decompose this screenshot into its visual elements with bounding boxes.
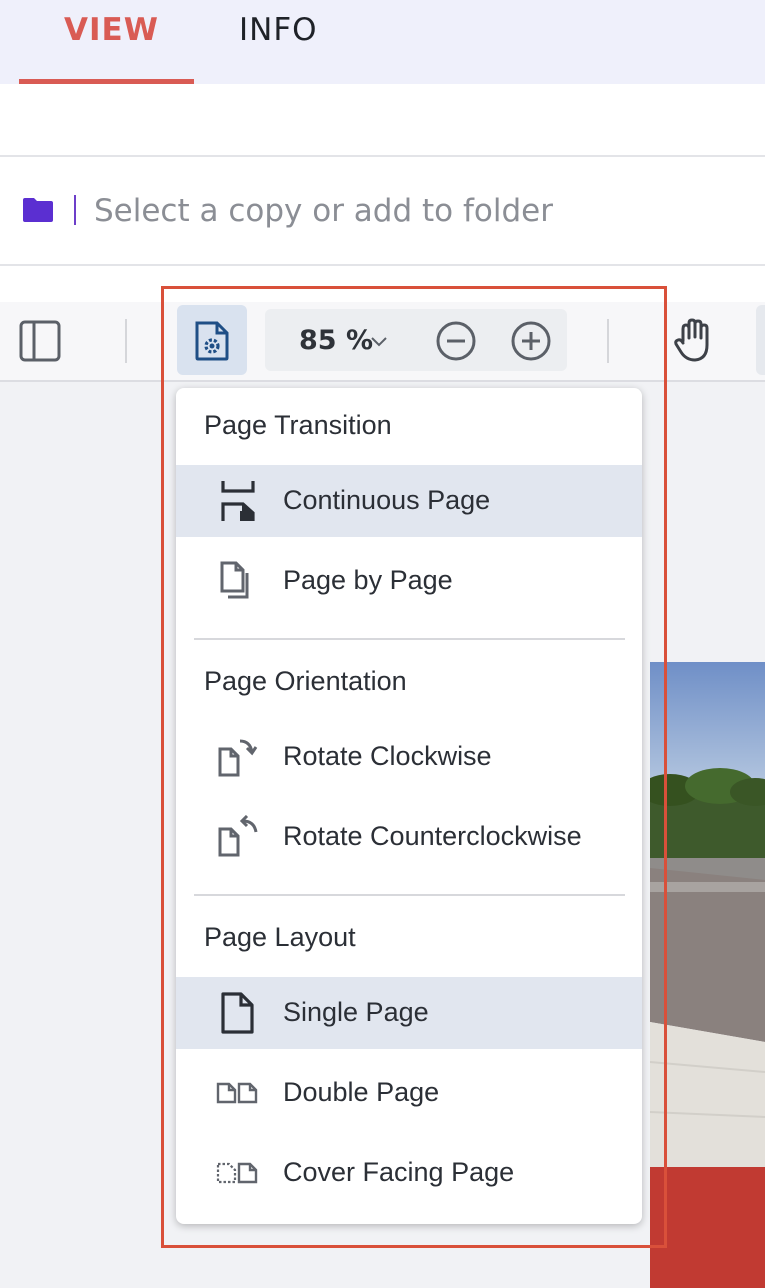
zoom-out-icon[interactable] xyxy=(435,320,477,367)
page-settings-button[interactable] xyxy=(177,305,247,375)
menu-item-page-by-page[interactable]: Page by Page xyxy=(176,545,642,617)
zoom-control: 85 % xyxy=(265,309,567,371)
menu-item-label: Cover Facing Page xyxy=(283,1157,515,1187)
section-title-page-transition: Page Transition xyxy=(204,410,392,440)
folder-selector[interactable]: Select a copy or add to folder xyxy=(0,157,765,264)
chevron-down-icon[interactable] xyxy=(371,335,387,353)
menu-item-label: Rotate Counterclockwise xyxy=(283,821,582,851)
continuous-page-icon xyxy=(216,479,260,528)
double-page-icon xyxy=(216,1071,260,1120)
sidebar-toggle-icon[interactable] xyxy=(19,320,61,367)
menu-item-label: Continuous Page xyxy=(283,485,491,515)
rotate-counterclockwise-icon xyxy=(216,814,260,864)
menu-item-label: Single Page xyxy=(283,997,429,1027)
menu-item-cover-facing-page[interactable]: Cover Facing Page xyxy=(176,1137,642,1209)
menu-item-continuous-page[interactable]: Continuous Page xyxy=(176,465,642,537)
menu-item-label: Page by Page xyxy=(283,565,453,595)
folder-icon xyxy=(22,197,54,228)
zoom-in-icon[interactable] xyxy=(510,320,552,367)
page-settings-icon xyxy=(194,321,230,366)
folder-input-placeholder[interactable]: Select a copy or add to folder xyxy=(94,193,553,229)
zoom-level[interactable]: 85 % xyxy=(299,325,373,356)
section-title-page-orientation: Page Orientation xyxy=(204,666,407,696)
page-by-page-icon xyxy=(216,559,260,608)
menu-item-double-page[interactable]: Double Page xyxy=(176,1057,642,1129)
section-title-page-layout: Page Layout xyxy=(204,922,356,952)
menu-divider xyxy=(194,638,625,640)
blank-row xyxy=(0,84,765,155)
blank-row xyxy=(0,266,765,302)
pan-hand-icon[interactable] xyxy=(673,317,717,368)
cover-facing-page-icon xyxy=(216,1151,260,1200)
toolbar-divider xyxy=(607,319,609,363)
toolbar-divider xyxy=(125,319,127,363)
tab-info[interactable]: INFO xyxy=(239,10,318,50)
menu-item-label: Double Page xyxy=(283,1077,440,1107)
menu-item-label: Rotate Clockwise xyxy=(283,741,492,771)
menu-item-single-page[interactable]: Single Page xyxy=(176,977,642,1049)
rotate-clockwise-icon xyxy=(216,735,260,784)
text-caret xyxy=(74,195,76,225)
tab-bar: VIEW INFO xyxy=(0,0,765,84)
menu-item-rotate-clockwise[interactable]: Rotate Clockwise xyxy=(176,721,642,793)
menu-item-rotate-counterclockwise[interactable]: Rotate Counterclockwise xyxy=(176,801,642,873)
document-preview-image xyxy=(650,662,765,1288)
tab-view[interactable]: VIEW xyxy=(64,10,159,50)
single-page-icon xyxy=(216,991,260,1040)
toolbar-overflow-button[interactable] xyxy=(756,305,765,375)
menu-divider xyxy=(194,894,625,896)
page-display-menu: Page Transition Continuous Page Page by … xyxy=(176,388,642,1224)
viewer-toolbar: 85 % xyxy=(0,302,765,382)
